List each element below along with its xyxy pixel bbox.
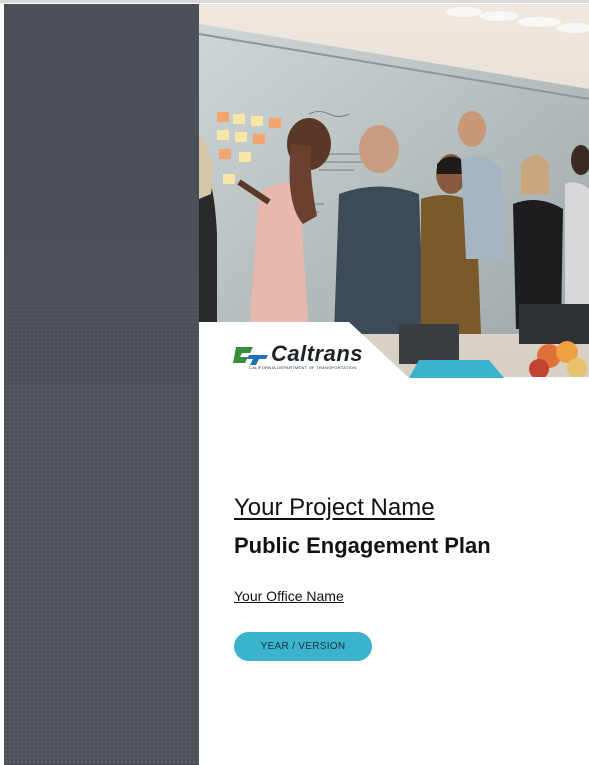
caltrans-wordmark: Caltrans — [271, 341, 364, 366]
year-version-button[interactable]: YEAR / VERSION — [234, 632, 372, 661]
cover-page: Caltrans CALIFORNIA DEPARTMENT OF TRANSP… — [0, 0, 589, 765]
caltrans-subtitle: CALIFORNIA DEPARTMENT OF TRANSPORTATION — [249, 365, 357, 370]
caltrans-mark-icon — [233, 347, 268, 365]
office-name: Your Office Name — [234, 588, 344, 604]
project-name: Your Project Name — [234, 494, 435, 521]
page-edge — [0, 0, 589, 3]
plan-title: Public Engagement Plan — [234, 533, 491, 558]
left-dotted-band — [4, 4, 199, 765]
caltrans-logo: Caltrans CALIFORNIA DEPARTMENT OF TRANSP… — [233, 341, 381, 373]
